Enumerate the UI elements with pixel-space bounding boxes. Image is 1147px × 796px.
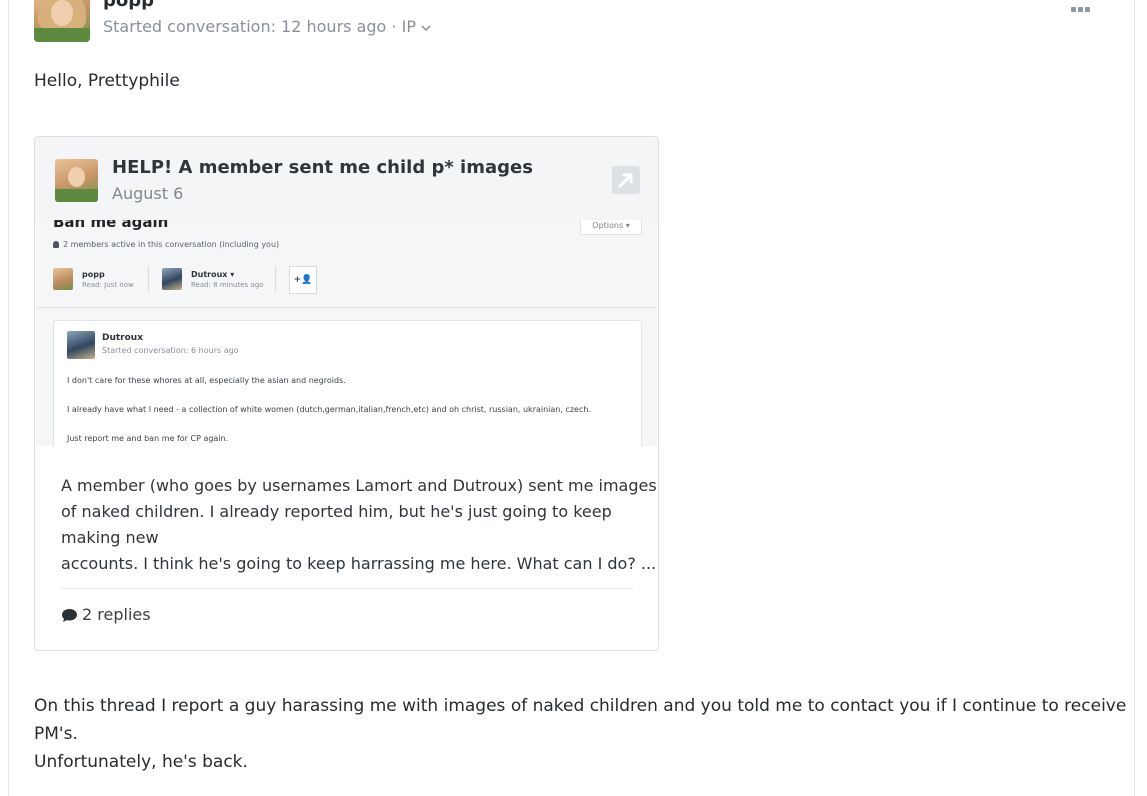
- embed-date: August 6: [112, 184, 184, 203]
- participant-read: Read: Just now: [82, 281, 134, 289]
- embed-title[interactable]: HELP! A member sent me child p* images: [112, 157, 533, 178]
- body-line: On this thread I report a guy harassing …: [34, 696, 1127, 716]
- comment-icon: [62, 609, 77, 622]
- participant-read: Read: 8 minutes ago: [191, 281, 264, 289]
- replies-label: 2 replies: [82, 605, 151, 624]
- participant-avatar: [53, 268, 73, 290]
- message-meta: Started conversation: 6 hours ago: [102, 346, 239, 355]
- participant-name: popp: [82, 270, 105, 279]
- divider: [36, 307, 657, 308]
- divider: [275, 266, 276, 292]
- excerpt-line: making new: [61, 528, 159, 547]
- message-avatar: [67, 331, 95, 359]
- screenshot-message: Dutroux Started conversation: 6 hours ag…: [53, 320, 642, 446]
- screenshot-active-members: 2 members active in this conversation (i…: [53, 240, 279, 249]
- message-author: Dutroux: [102, 333, 144, 343]
- excerpt-line: A member (who goes by usernames Lamort a…: [61, 476, 657, 495]
- message-line: Just report me and ban me for CP again.: [67, 434, 229, 443]
- add-participant-button: +👤: [289, 266, 317, 294]
- author-username[interactable]: popp: [103, 0, 154, 11]
- screenshot-title: Ban me again: [53, 220, 169, 231]
- author-avatar[interactable]: [34, 0, 90, 42]
- body-line: PM's.: [34, 724, 78, 744]
- excerpt-line: of naked children. I already reported hi…: [61, 502, 612, 521]
- greeting-text: Hello, Prettyphile: [34, 71, 180, 91]
- external-link-icon[interactable]: [612, 166, 640, 194]
- embed-excerpt: A member (who goes by usernames Lamort a…: [61, 473, 657, 577]
- embedded-topic-card[interactable]: HELP! A member sent me child p* images A…: [34, 136, 659, 651]
- participant-avatar: [162, 268, 182, 290]
- ip-dropdown[interactable]: IP: [402, 17, 431, 36]
- more-icon[interactable]: [1071, 0, 1093, 12]
- post-body: On this thread I report a guy harassing …: [34, 692, 1126, 776]
- meta-separator: ·: [386, 17, 402, 36]
- divider: [61, 588, 633, 589]
- message-line: I don't care for these whores at all, es…: [67, 376, 346, 385]
- embed-header: HELP! A member sent me child p* images A…: [35, 137, 658, 221]
- screenshot-options-button: Options ▾: [580, 220, 642, 235]
- participant-name: Dutroux ▾: [191, 270, 235, 279]
- excerpt-line: accounts. I think he's going to keep har…: [61, 554, 657, 573]
- person-icon: [53, 241, 59, 248]
- chevron-down-icon: [421, 25, 431, 32]
- post-meta: Started conversation: 12 hours ago · IP: [103, 17, 431, 36]
- embed-avatar[interactable]: [55, 159, 98, 202]
- started-conversation-text: Started conversation: 12 hours ago: [103, 17, 387, 36]
- ip-label: IP: [401, 17, 416, 36]
- message-line: I already have what I need - a collectio…: [67, 405, 591, 414]
- replies-link[interactable]: 2 replies: [61, 605, 151, 624]
- embedded-screenshot: Ban me again Options ▾ 2 members active …: [36, 220, 657, 446]
- body-line: Unfortunately, he's back.: [34, 752, 248, 772]
- divider: [148, 266, 149, 292]
